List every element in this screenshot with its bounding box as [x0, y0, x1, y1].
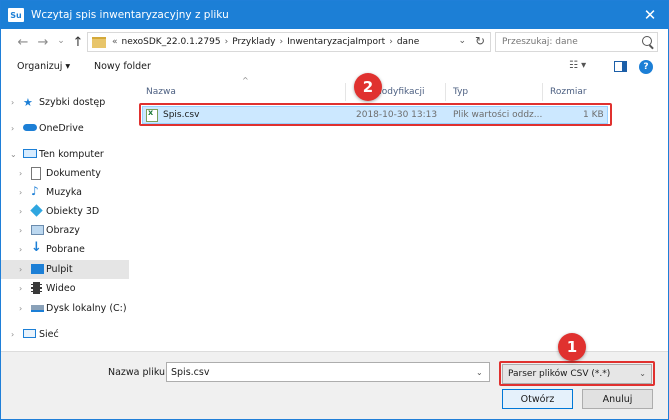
- annotation-highlight-filetype: [499, 361, 655, 386]
- filename-label: Nazwa pliku:: [108, 367, 169, 378]
- sidebar-item-label: Pobrane: [46, 244, 85, 255]
- cloud-icon: [23, 124, 37, 131]
- sidebar-item-desktop[interactable]: › Pulpit: [1, 260, 129, 279]
- chevron-down-icon[interactable]: ⌄: [10, 150, 17, 159]
- open-button[interactable]: Otwórz: [502, 389, 573, 409]
- sidebar-item-label: Sieć: [39, 329, 59, 340]
- address-bar[interactable]: « nexoSDK_22.0.1.2795 › Przyklady › Inwe…: [87, 32, 491, 52]
- chevron-right-icon[interactable]: ›: [19, 284, 22, 293]
- chevron-right-icon[interactable]: ›: [11, 330, 14, 339]
- sidebar-item-local-disk[interactable]: › Dysk lokalny (C:): [1, 299, 129, 318]
- video-icon: [31, 282, 42, 294]
- sidebar-item-onedrive[interactable]: › OneDrive: [1, 119, 129, 138]
- command-toolbar: Organizuj ▾ Nowy folder ☷ ▾ ?: [1, 55, 668, 81]
- sidebar-item-label: Obiekty 3D: [46, 206, 100, 217]
- breadcrumb-separator-icon[interactable]: ›: [225, 37, 229, 47]
- chevron-right-icon[interactable]: ›: [11, 98, 14, 107]
- sidebar-item-label: Dokumenty: [46, 168, 101, 179]
- breadcrumb-separator-icon[interactable]: ›: [389, 37, 393, 47]
- chevron-right-icon[interactable]: ›: [19, 245, 22, 254]
- sidebar-item-label: Obrazy: [46, 225, 80, 236]
- column-divider[interactable]: [542, 83, 543, 101]
- chevron-right-icon[interactable]: ›: [19, 304, 22, 313]
- navigation-pane: › ★ Szybki dostęp › OneDrive ⌄ Ten kompu…: [1, 81, 131, 351]
- sidebar-item-label: Dysk lokalny (C:): [46, 303, 127, 314]
- close-button[interactable]: ✕: [640, 5, 660, 25]
- forward-arrow-icon[interactable]: →: [35, 32, 51, 52]
- filename-input[interactable]: Spis.csv: [166, 362, 490, 382]
- title-bar: Su Wczytaj spis inwentaryzacyjny z pliku…: [1, 1, 668, 29]
- sidebar-item-3d-objects[interactable]: › Obiekty 3D: [1, 202, 129, 221]
- organize-button[interactable]: Organizuj ▾: [17, 61, 70, 72]
- sort-ascending-icon: ^: [242, 76, 249, 85]
- column-header-size[interactable]: Rozmiar: [550, 83, 587, 101]
- drive-icon: [31, 305, 44, 312]
- chevron-right-icon[interactable]: ›: [19, 265, 22, 274]
- chevron-right-icon[interactable]: ›: [19, 188, 22, 197]
- column-header-type[interactable]: Typ: [453, 83, 468, 101]
- breadcrumb-item[interactable]: dane: [397, 37, 419, 47]
- back-arrow-icon[interactable]: ←: [15, 32, 31, 52]
- chevron-right-icon[interactable]: ›: [11, 124, 14, 133]
- view-options-icon[interactable]: ☷ ▾: [569, 60, 586, 71]
- star-icon: ★: [23, 96, 33, 109]
- sidebar-item-videos[interactable]: › Wideo: [1, 279, 129, 298]
- sidebar-item-downloads[interactable]: › ↓ Pobrane: [1, 240, 129, 259]
- sidebar-item-this-pc[interactable]: ⌄ Ten komputer: [1, 145, 129, 164]
- desktop-icon: [31, 264, 44, 274]
- address-row: ← → ⌄ ↑ « nexoSDK_22.0.1.2795 › Przyklad…: [1, 29, 668, 55]
- up-arrow-icon[interactable]: ↑: [70, 32, 86, 52]
- file-open-dialog: Su Wczytaj spis inwentaryzacyjny z pliku…: [0, 0, 669, 420]
- help-icon[interactable]: ?: [639, 60, 653, 74]
- sidebar-item-label: OneDrive: [39, 123, 84, 134]
- download-icon: ↓: [31, 240, 42, 255]
- breadcrumb-item[interactable]: InwentaryzacjaImport: [287, 37, 385, 47]
- document-icon: [31, 167, 41, 180]
- sidebar-item-label: Pulpit: [46, 264, 73, 275]
- preview-pane-icon[interactable]: [614, 61, 627, 72]
- new-folder-button[interactable]: Nowy folder: [94, 61, 151, 72]
- refresh-icon[interactable]: ↻: [475, 34, 485, 48]
- sidebar-item-network[interactable]: › Sieć: [1, 325, 129, 344]
- image-icon: [31, 225, 44, 235]
- window-title: Wczytaj spis inwentaryzacyjny z pliku: [31, 9, 229, 21]
- breadcrumb-separator-icon[interactable]: ›: [280, 37, 284, 47]
- column-header-name[interactable]: Nazwa: [146, 83, 176, 101]
- breadcrumb-item[interactable]: nexoSDK_22.0.1.2795: [122, 37, 221, 47]
- app-icon: Su: [8, 8, 24, 22]
- music-icon: ♪: [31, 184, 39, 198]
- chevron-right-icon[interactable]: ›: [19, 207, 22, 216]
- sidebar-item-label: Wideo: [46, 283, 76, 294]
- chevron-down-icon[interactable]: ⌄: [476, 368, 483, 377]
- annotation-highlight-file: [139, 103, 612, 126]
- folder-icon: [92, 36, 106, 48]
- search-input[interactable]: Przeszukaj: dane: [495, 32, 658, 52]
- annotation-badge: 1: [558, 333, 586, 361]
- cancel-button[interactable]: Anuluj: [582, 389, 653, 409]
- address-dropdown-icon[interactable]: ⌄: [458, 36, 466, 46]
- breadcrumb-item[interactable]: Przyklady: [232, 37, 275, 47]
- sidebar-item-label: Szybki dostęp: [39, 97, 106, 108]
- column-divider[interactable]: [445, 83, 446, 101]
- breadcrumb-overflow[interactable]: «: [112, 37, 118, 47]
- recent-locations-icon[interactable]: ⌄: [53, 31, 69, 51]
- column-divider[interactable]: [345, 83, 346, 101]
- sidebar-item-music[interactable]: › ♪ Muzyka: [1, 183, 129, 202]
- annotation-badge: 2: [354, 73, 382, 101]
- computer-icon: [23, 149, 37, 158]
- sidebar-item-quick-access[interactable]: › ★ Szybki dostęp: [1, 93, 129, 112]
- sidebar-item-label: Muzyka: [46, 187, 82, 198]
- chevron-right-icon[interactable]: ›: [19, 169, 22, 178]
- network-icon: [23, 329, 36, 338]
- sidebar-item-label: Ten komputer: [39, 149, 104, 160]
- sidebar-item-pictures[interactable]: › Obrazy: [1, 221, 129, 240]
- sidebar-item-documents[interactable]: › Dokumenty: [1, 164, 129, 183]
- chevron-right-icon[interactable]: ›: [19, 226, 22, 235]
- search-icon[interactable]: [642, 36, 654, 48]
- cube-icon: [30, 204, 43, 217]
